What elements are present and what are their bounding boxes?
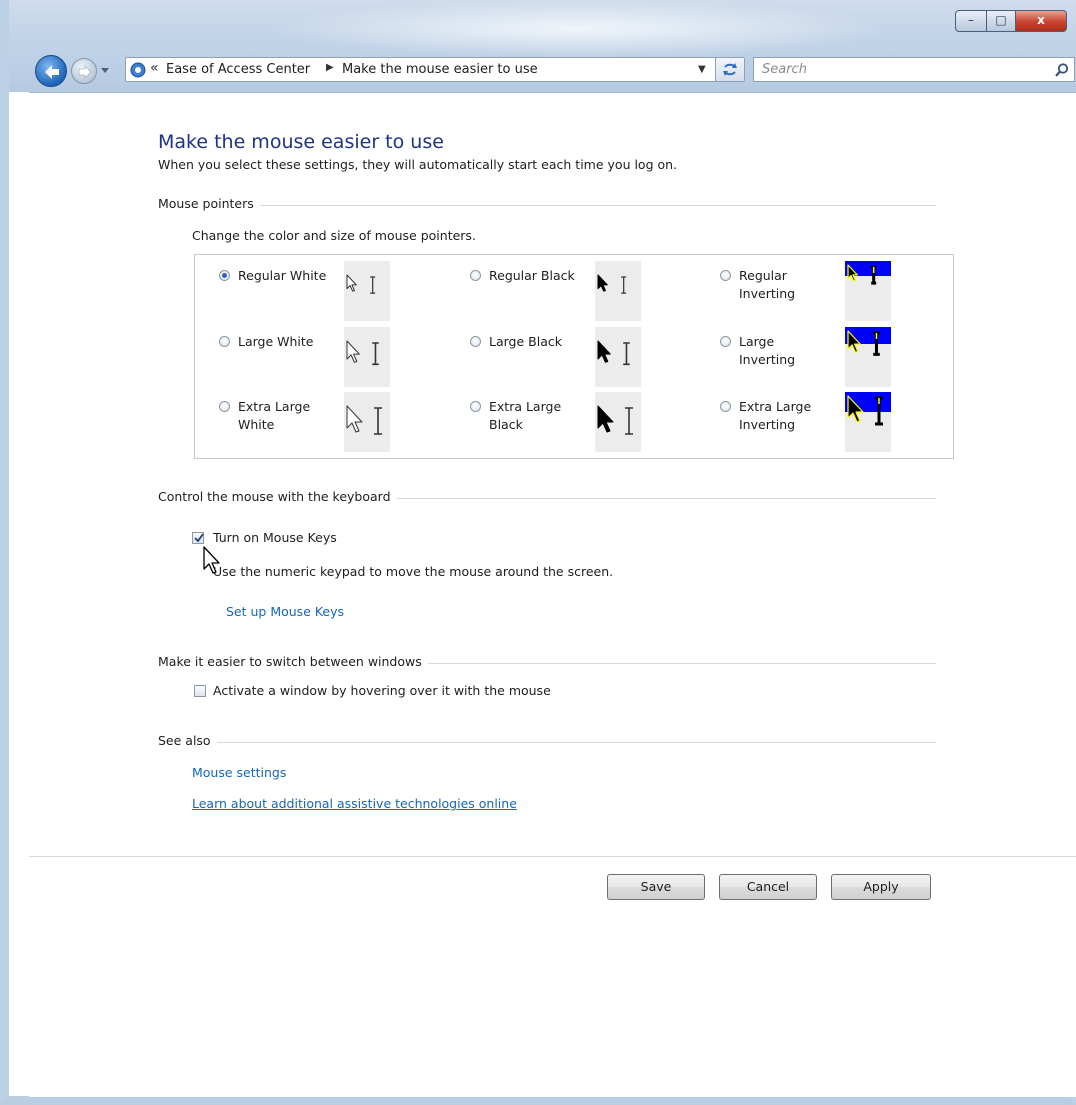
mouse-keys-checkbox[interactable] xyxy=(192,532,204,544)
pointer-option-label[interactable]: Regular White xyxy=(238,267,333,285)
pointer-radio[interactable] xyxy=(470,336,481,347)
breadcrumb-overflow-chevron[interactable]: « xyxy=(150,60,159,76)
pointer-preview-icon xyxy=(346,274,376,294)
breadcrumb-separator-icon[interactable]: ▶ xyxy=(326,62,334,73)
pointer-option[interactable]: Regular White xyxy=(219,261,459,329)
apply-button[interactable]: Apply xyxy=(831,874,931,900)
pointer-radio[interactable] xyxy=(219,401,230,412)
pointer-option-label[interactable]: Regular Inverting xyxy=(739,267,834,303)
footer-divider xyxy=(29,856,1076,857)
section-heading: Mouse pointers xyxy=(158,196,260,211)
pointer-radio[interactable] xyxy=(219,270,230,281)
pointer-option-label[interactable]: Large Black xyxy=(489,333,584,351)
pointer-option-label[interactable]: Large White xyxy=(238,333,333,351)
pointer-preview xyxy=(845,392,891,452)
window: – □ x « Ease of Access Center ▶ Make the… xyxy=(0,0,1076,1105)
section-heading: See also xyxy=(158,733,217,748)
pointer-preview-icon xyxy=(346,405,382,435)
pointer-radio[interactable] xyxy=(219,336,230,347)
pointer-option[interactable]: Extra Large White xyxy=(219,392,459,460)
pointer-preview xyxy=(344,327,390,387)
section-heading: Make it easier to switch between windows xyxy=(158,654,428,669)
pointer-radio[interactable] xyxy=(470,270,481,281)
pointer-radio[interactable] xyxy=(720,270,731,281)
pointer-option-label[interactable]: Extra Large Black xyxy=(489,398,584,434)
pointer-preview-icon xyxy=(845,392,891,426)
mouse-keys-label[interactable]: Turn on Mouse Keys xyxy=(213,530,337,545)
breadcrumb-ease-of-access-center[interactable]: Ease of Access Center xyxy=(166,62,310,77)
see-also-section: See also xyxy=(158,733,936,751)
pointer-option[interactable]: Large Black xyxy=(470,327,710,395)
minimize-button[interactable]: – xyxy=(955,10,987,32)
pointer-preview-icon xyxy=(346,340,379,366)
section-divider xyxy=(158,205,936,206)
pointer-option[interactable]: Regular Black xyxy=(470,261,710,329)
pointer-option[interactable]: Regular Inverting xyxy=(720,261,960,329)
mouse-pointers-section: Mouse pointers xyxy=(158,196,936,214)
pointer-preview-icon xyxy=(597,340,630,366)
pointer-option-label[interactable]: Large Inverting xyxy=(739,333,834,369)
cancel-button[interactable]: Cancel xyxy=(719,874,817,900)
pointer-preview xyxy=(595,327,641,387)
keyboard-control-section: Control the mouse with the keyboard xyxy=(158,489,936,507)
pointer-option-label[interactable]: Extra Large Inverting xyxy=(739,398,834,434)
pointer-instruction: Change the color and size of mouse point… xyxy=(192,228,476,243)
pointer-preview xyxy=(595,392,641,452)
pointer-radio[interactable] xyxy=(720,336,731,347)
pointer-preview-icon xyxy=(597,405,633,435)
pointer-radio[interactable] xyxy=(720,401,731,412)
assistive-technologies-link[interactable]: Learn about additional assistive technol… xyxy=(192,796,517,811)
pointer-radio[interactable] xyxy=(470,401,481,412)
address-dropdown-icon[interactable]: ▼ xyxy=(698,64,706,75)
forward-arrow-icon xyxy=(78,65,92,79)
pointer-option[interactable]: Large White xyxy=(219,327,459,395)
mouse-settings-link[interactable]: Mouse settings xyxy=(192,765,286,780)
pointer-option-label[interactable]: Regular Black xyxy=(489,267,584,285)
pointer-preview xyxy=(845,327,891,387)
back-button[interactable] xyxy=(35,55,67,87)
pointer-preview-icon xyxy=(845,327,891,356)
back-arrow-icon xyxy=(45,65,59,79)
content-pane: Make the mouse easier to use When you se… xyxy=(29,92,1076,1097)
mouse-cursor-icon xyxy=(203,546,220,574)
close-button[interactable]: x xyxy=(1015,10,1067,32)
search-icon[interactable] xyxy=(1054,62,1070,78)
section-heading: Control the mouse with the keyboard xyxy=(158,489,397,504)
pointer-option[interactable]: Extra Large Black xyxy=(470,392,710,460)
refresh-button[interactable] xyxy=(715,57,745,82)
address-bar[interactable]: « Ease of Access Center ▶ Make the mouse… xyxy=(125,57,741,82)
set-up-mouse-keys-link[interactable]: Set up Mouse Keys xyxy=(226,604,344,619)
page-title: Make the mouse easier to use xyxy=(158,131,444,153)
section-divider xyxy=(158,742,936,743)
pointer-preview xyxy=(344,392,390,452)
window-switching-section: Make it easier to switch between windows xyxy=(158,654,936,672)
refresh-icon xyxy=(723,63,737,76)
hover-activate-label[interactable]: Activate a window by hovering over it wi… xyxy=(213,683,551,698)
checkmark-icon xyxy=(194,533,204,543)
control-panel-icon xyxy=(130,62,146,78)
pointer-option[interactable]: Large Inverting xyxy=(720,327,960,395)
mouse-keys-description: Use the numeric keypad to move the mouse… xyxy=(213,564,614,579)
save-button[interactable]: Save xyxy=(607,874,705,900)
maximize-button[interactable]: □ xyxy=(986,10,1016,32)
pointer-preview-icon xyxy=(597,274,627,294)
pointer-preview xyxy=(344,261,390,321)
pointer-preview-icon xyxy=(845,261,891,285)
pointer-option[interactable]: Extra Large Inverting xyxy=(720,392,960,460)
pointer-preview xyxy=(845,261,891,321)
pointer-preview xyxy=(595,261,641,321)
pointer-option-label[interactable]: Extra Large White xyxy=(238,398,333,434)
pointer-scheme-grid: Regular White Regular Black Regular Invert… xyxy=(194,254,954,459)
breadcrumb-current-page[interactable]: Make the mouse easier to use xyxy=(342,62,538,77)
page-subtitle: When you select these settings, they wil… xyxy=(158,157,678,172)
search-input[interactable]: Search xyxy=(762,62,807,77)
search-box[interactable]: Search xyxy=(753,57,1075,82)
hover-activate-checkbox[interactable] xyxy=(194,685,206,697)
recent-pages-dropdown-icon[interactable] xyxy=(99,64,111,76)
forward-button[interactable] xyxy=(71,58,97,84)
